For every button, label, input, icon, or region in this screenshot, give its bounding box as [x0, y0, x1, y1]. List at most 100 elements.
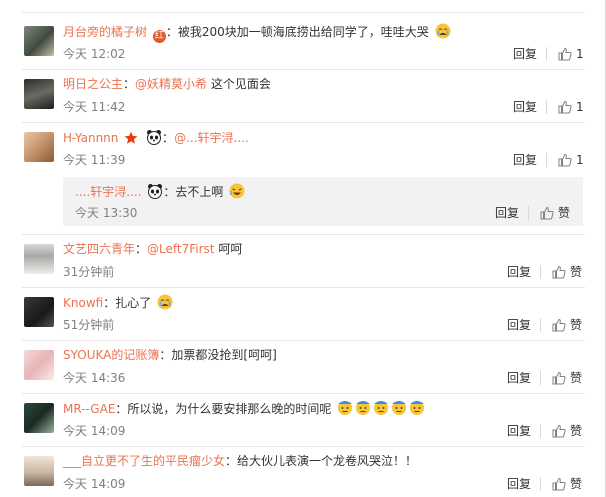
divider [546, 153, 547, 167]
reply-button[interactable]: 回复 [507, 476, 531, 492]
username[interactable]: 月台旁的橘子树 [63, 25, 147, 39]
like-thumb-icon [558, 153, 572, 167]
reply-button[interactable]: 回复 [507, 423, 531, 439]
comment-time: 51分钟前 [63, 318, 115, 332]
comment-text: 呵呵 [214, 242, 243, 256]
crying-emoji-icon [435, 23, 451, 39]
like-thumb-icon [552, 265, 566, 279]
avatar[interactable] [24, 79, 54, 109]
divider [540, 265, 541, 279]
colon: ： [123, 77, 136, 91]
avatar[interactable] [24, 26, 54, 56]
colon: ： [103, 296, 116, 310]
divider [540, 371, 541, 385]
colon: ： [159, 348, 172, 362]
avatar[interactable] [24, 244, 54, 274]
colon: ： [135, 242, 148, 256]
comment-time: 今天 13:30 [75, 206, 138, 220]
mention-link[interactable]: @Left7First [147, 242, 214, 256]
sweating-emoji-icon [355, 400, 371, 416]
reply-button[interactable]: 回复 [507, 264, 531, 280]
comment-text: 去不上啊 [175, 185, 224, 199]
divider [546, 47, 547, 61]
username[interactable]: MR--GAE [63, 402, 115, 416]
like-thumb-icon [552, 477, 566, 491]
panda-icon [147, 183, 163, 199]
avatar[interactable] [24, 297, 54, 327]
sub-reply: ....轩宇浔.... ：去不上啊 今天 13:30 回复 赞 [63, 177, 583, 226]
mention-link[interactable]: @...轩宇浔.... [174, 131, 249, 145]
comment-text: 加票都没抢到[呵呵] [171, 348, 277, 362]
comment-item: MR--GAE：所以说，为什么要安排那么晚的时间呢 今天 14:09 回复 赞 [0, 393, 606, 446]
star-badge-icon [124, 131, 140, 147]
comment-time: 31分钟前 [63, 265, 115, 279]
reply-button[interactable]: 回复 [513, 99, 537, 115]
like-button[interactable]: 赞 [552, 264, 582, 280]
avatar[interactable] [24, 456, 54, 486]
comment-text: 扎心了 [115, 296, 152, 310]
member-badge-icon: 红 [152, 30, 166, 43]
comment-time: 今天 14:09 [63, 424, 126, 438]
username[interactable]: ....轩宇浔.... [75, 185, 142, 199]
like-button[interactable]: 赞 [552, 370, 582, 386]
like-thumb-icon [552, 371, 566, 385]
avatar[interactable] [24, 132, 54, 162]
username[interactable]: H-Yannnn [63, 131, 118, 145]
like-button[interactable]: 赞 [552, 476, 582, 492]
sweating-emoji-icon [391, 400, 407, 416]
username[interactable]: 文艺四六青年 [63, 242, 135, 256]
divider [540, 318, 541, 332]
divider [540, 477, 541, 491]
reply-button[interactable]: 回复 [513, 152, 537, 168]
divider [546, 100, 547, 114]
comment-text: 所以说，为什么要安排那么晚的时间呢 [127, 402, 332, 416]
like-count: 赞 [558, 206, 571, 220]
colon: ： [225, 454, 238, 468]
comment-text: 这个见面会 [207, 77, 271, 91]
separator [22, 12, 585, 13]
sweating-emoji-icon [373, 400, 389, 416]
like-thumb-icon [540, 206, 554, 220]
comment-item: SYOUKA的记账簿：加票都没抢到[呵呵] 今天 14:36 回复 赞 [0, 340, 606, 393]
like-count: 1 [576, 47, 584, 61]
comment-item: H-Yannnn ：@...轩宇浔.... 今天 11:39 回复 1 [0, 122, 606, 175]
comment-item: 月台旁的橘子树 红：被我200块加一顿海底捞出给同学了，哇哇大哭 今天 12:0… [0, 16, 606, 69]
like-thumb-icon [558, 47, 572, 61]
crying-emoji-icon [157, 294, 173, 310]
like-button[interactable]: 赞 [552, 317, 582, 333]
reply-button[interactable]: 回复 [507, 317, 531, 333]
like-label: 赞 [570, 318, 583, 332]
reply-button[interactable]: 回复 [507, 370, 531, 386]
comment-time: 今天 12:02 [63, 47, 126, 61]
like-button[interactable]: 赞 [552, 423, 582, 439]
username[interactable]: SYOUKA的记账簿 [63, 348, 159, 362]
comment-time: 今天 11:39 [63, 153, 126, 167]
comment-text: 被我200块加一顿海底捞出给同学了，哇哇大哭 [177, 25, 429, 39]
like-button[interactable]: 赞 [540, 205, 570, 221]
mention-link[interactable]: @妖精莫小希 [135, 77, 207, 91]
comment-time: 今天 14:36 [63, 371, 126, 385]
like-label: 赞 [570, 477, 583, 491]
like-button[interactable]: 1 [558, 152, 584, 168]
reply-button[interactable]: 回复 [495, 205, 519, 221]
like-button[interactable]: 1 [558, 46, 584, 62]
comment-item: 文艺四六青年：@Left7First 呵呵 31分钟前 回复 赞 [0, 234, 606, 287]
comment-item: Knowfi：扎心了 51分钟前 回复 赞 [0, 287, 606, 340]
avatar[interactable] [24, 350, 54, 380]
panda-icon [146, 129, 162, 145]
avatar[interactable] [24, 403, 54, 433]
like-button[interactable]: 1 [558, 99, 584, 115]
divider [528, 206, 529, 220]
reply-button[interactable]: 回复 [513, 46, 537, 62]
colon: ： [163, 185, 176, 199]
sweating-emoji-icon [409, 400, 425, 416]
colon: ： [165, 25, 178, 39]
laughing-emoji-icon [229, 183, 245, 199]
username[interactable]: Knowfi [63, 296, 103, 310]
comment-list: 月台旁的橘子树 红：被我200块加一顿海底捞出给同学了，哇哇大哭 今天 12:0… [0, 0, 606, 497]
like-thumb-icon [552, 424, 566, 438]
username[interactable]: ___自立更不了生的平民瘤少女 [63, 454, 225, 468]
like-label: 赞 [570, 371, 583, 385]
comment-item: ___自立更不了生的平民瘤少女：给大伙儿表演一个龙卷风哭泣！！ 今天 14:09… [0, 446, 606, 497]
username[interactable]: 明日之公主 [63, 77, 123, 91]
